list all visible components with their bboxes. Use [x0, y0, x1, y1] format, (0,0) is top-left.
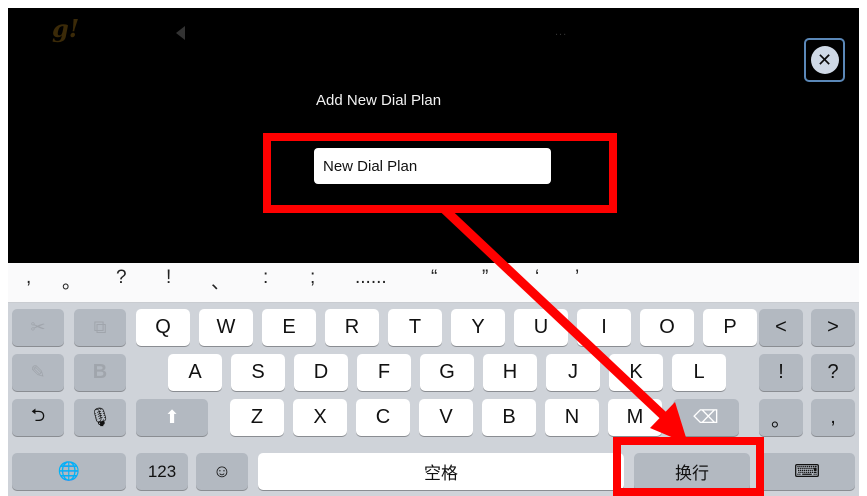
candidate-item[interactable]: : [263, 267, 268, 289]
key-right-bracket[interactable]: > [811, 309, 855, 346]
bold-key[interactable]: B [74, 354, 126, 391]
app-logo: g! [52, 14, 80, 43]
key-j[interactable]: J [546, 354, 600, 391]
chevron-left-icon[interactable] [176, 26, 185, 40]
key-c[interactable]: C [356, 399, 410, 436]
highlight-box-input [263, 133, 617, 213]
undo-icon[interactable]: ⮌ [12, 399, 64, 436]
header-dots: ... [555, 26, 568, 38]
key-g[interactable]: G [420, 354, 474, 391]
key-p[interactable]: P [703, 309, 757, 346]
candidate-item[interactable]: ! [166, 267, 171, 289]
key-period[interactable]: 。 [759, 399, 803, 436]
key-y[interactable]: Y [451, 309, 505, 346]
key-k[interactable]: K [609, 354, 663, 391]
key-question[interactable]: ? [811, 354, 855, 391]
emoji-icon[interactable]: ☺ [196, 453, 248, 490]
highlight-box-return [613, 437, 764, 496]
pen-icon[interactable]: ✎ [12, 354, 64, 391]
key-u[interactable]: U [514, 309, 568, 346]
candidate-item[interactable]: ? [116, 267, 127, 289]
scissors-icon[interactable]: ✂ [12, 309, 64, 346]
key-e[interactable]: E [262, 309, 316, 346]
candidate-item[interactable]: ; [310, 267, 315, 289]
candidate-item[interactable]: 。 [62, 267, 81, 294]
key-m[interactable]: M [608, 399, 662, 436]
key-d[interactable]: D [294, 354, 348, 391]
candidate-item[interactable]: , [26, 267, 31, 289]
key-t[interactable]: T [388, 309, 442, 346]
key-h[interactable]: H [483, 354, 537, 391]
candidate-bar: , 。 ? ! 、 : ; ...... “ ” ‘ ’ [8, 263, 859, 303]
space-key[interactable]: 空格 [258, 453, 624, 490]
candidate-item[interactable]: “ [431, 267, 437, 289]
key-b[interactable]: B [482, 399, 536, 436]
key-w[interactable]: W [199, 309, 253, 346]
key-exclaim[interactable]: ! [759, 354, 803, 391]
keyboard-dismiss-icon[interactable]: ⌨ [759, 453, 855, 490]
key-i[interactable]: I [577, 309, 631, 346]
key-r[interactable]: R [325, 309, 379, 346]
candidate-item[interactable]: ” [482, 267, 488, 289]
key-f[interactable]: F [357, 354, 411, 391]
key-q[interactable]: Q [136, 309, 190, 346]
key-left-bracket[interactable]: < [759, 309, 803, 346]
key-x[interactable]: X [293, 399, 347, 436]
dialog-title: Add New Dial Plan [316, 92, 442, 109]
number-mode-key[interactable]: 123 [136, 453, 188, 490]
close-button[interactable]: ✕ [804, 38, 845, 82]
close-circle-icon: ✕ [810, 46, 839, 74]
key-v[interactable]: V [419, 399, 473, 436]
key-comma[interactable]: , [811, 399, 855, 436]
globe-icon[interactable]: 🌐 [12, 453, 126, 490]
key-o[interactable]: O [640, 309, 694, 346]
key-s[interactable]: S [231, 354, 285, 391]
candidate-item[interactable]: 、 [211, 267, 230, 294]
microphone-icon[interactable]: 🎙 [74, 399, 126, 436]
copy-icon[interactable]: ⧉ [74, 309, 126, 346]
key-l[interactable]: L [672, 354, 726, 391]
key-a[interactable]: A [168, 354, 222, 391]
shift-icon[interactable]: ⬆ [136, 399, 208, 436]
key-n[interactable]: N [545, 399, 599, 436]
candidate-item[interactable]: ...... [355, 267, 387, 289]
candidate-item[interactable]: ’ [575, 267, 579, 289]
key-z[interactable]: Z [230, 399, 284, 436]
candidate-item[interactable]: ‘ [535, 267, 539, 289]
delete-icon[interactable]: ⌫ [673, 399, 739, 436]
